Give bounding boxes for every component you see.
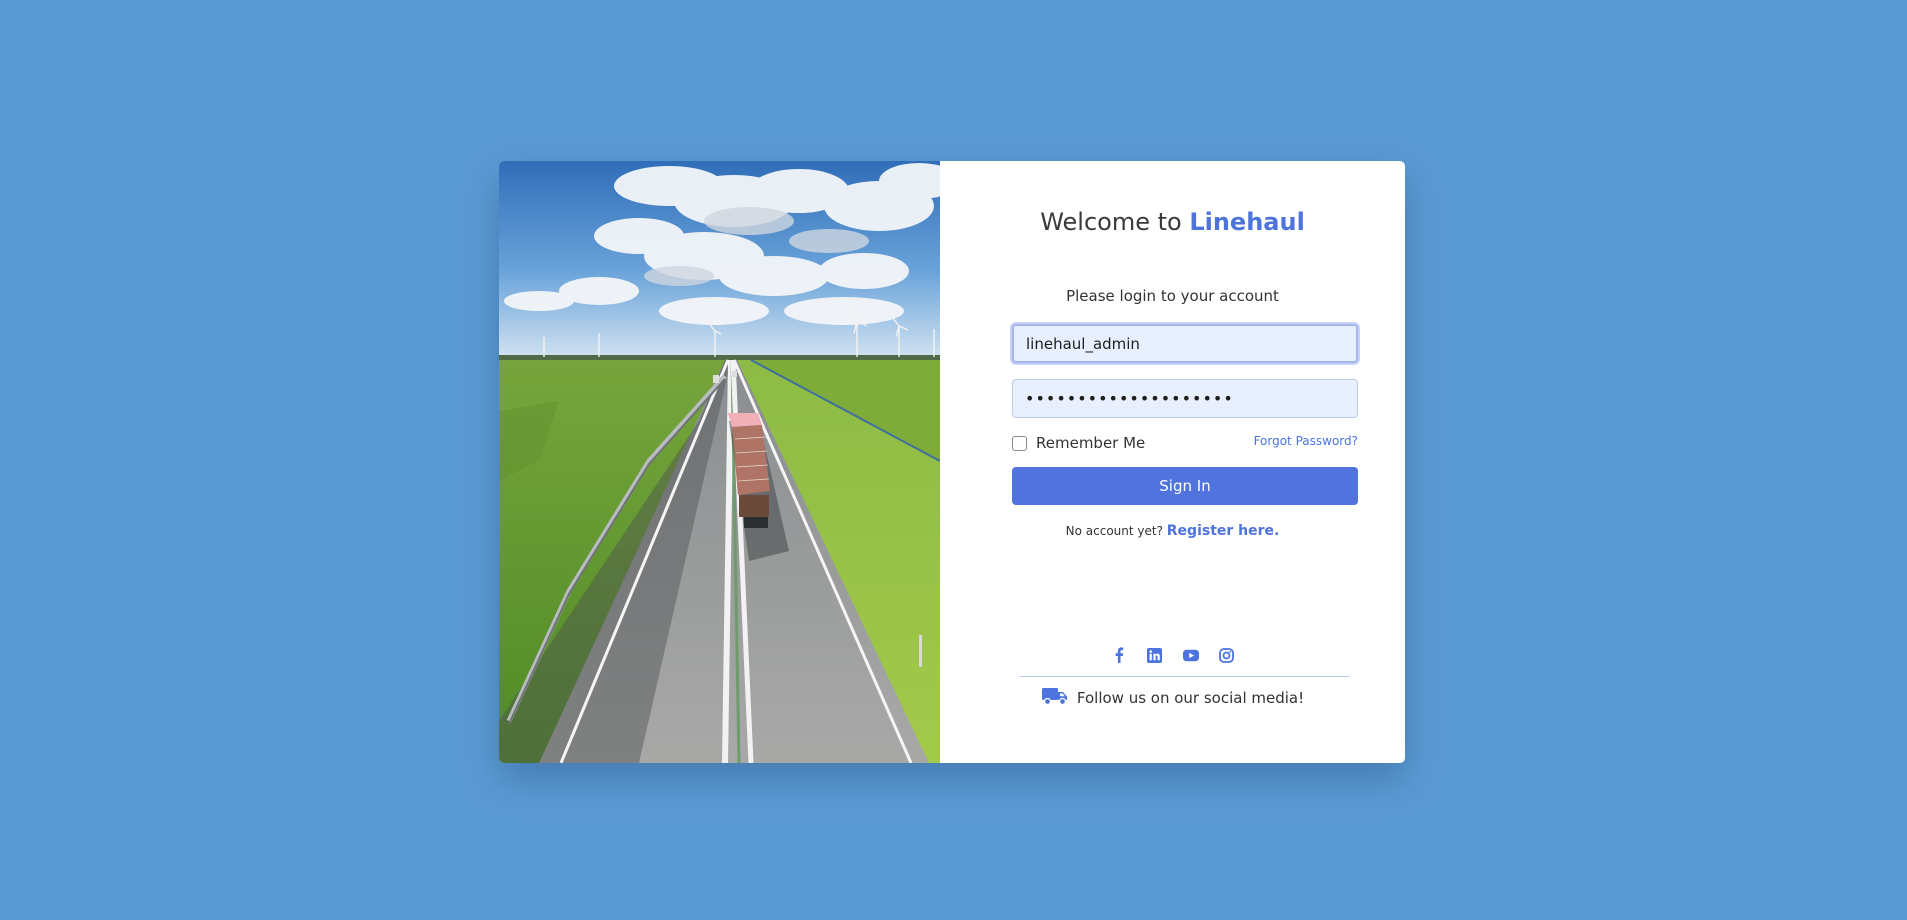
brand-name: Linehaul (1189, 208, 1305, 236)
sign-in-button[interactable]: Sign In (1012, 467, 1358, 505)
remember-me-checkbox[interactable] (1012, 435, 1027, 451)
truck-icon (1041, 685, 1069, 711)
login-subtitle: Please login to your account (1066, 287, 1279, 305)
register-prompt: No account yet? (1065, 524, 1163, 538)
welcome-prefix: Welcome to (1040, 208, 1190, 236)
remember-me[interactable]: Remember Me (1012, 434, 1145, 452)
login-card: Welcome to Linehaul Please login to your… (499, 161, 1405, 763)
username-input[interactable] (1012, 324, 1358, 363)
youtube-icon[interactable] (1182, 647, 1199, 663)
follow-us: Follow us on our social media! (940, 685, 1405, 711)
welcome-title: Welcome to Linehaul (940, 208, 1405, 236)
remember-me-label: Remember Me (1036, 434, 1146, 452)
social-divider (1020, 676, 1350, 677)
register-link[interactable]: Register here. (1167, 523, 1280, 539)
login-panel: Welcome to Linehaul Please login to your… (940, 161, 1405, 763)
register-line: No account yet? Register here. (940, 523, 1405, 539)
truck-highway-photo (499, 161, 940, 763)
password-input[interactable] (1012, 379, 1358, 418)
facebook-icon[interactable] (1111, 647, 1127, 663)
linkedin-icon[interactable] (1147, 647, 1163, 663)
follow-text: Follow us on our social media! (1076, 689, 1305, 707)
social-icons (940, 647, 1405, 663)
instagram-icon[interactable] (1219, 647, 1235, 663)
forgot-password-link[interactable]: Forgot Password? (1254, 434, 1358, 448)
